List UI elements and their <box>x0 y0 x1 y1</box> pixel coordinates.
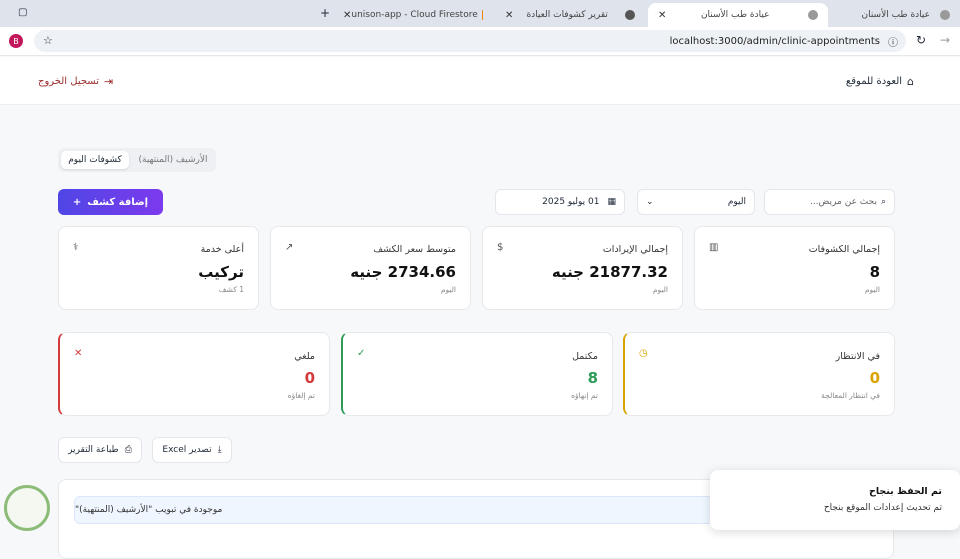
stat-label: إجمالي الإيرادات <box>602 244 668 255</box>
patient-search-input[interactable]: ⌕ بحث عن مريض... <box>764 189 895 215</box>
globe-icon <box>625 10 635 20</box>
tab-archive[interactable]: الأرشيف (المنتهية) <box>132 151 214 169</box>
chevron-down-icon: ⌄ <box>646 197 654 207</box>
date-value: 01 يوليو 2025 <box>542 197 600 207</box>
new-tab-icon[interactable]: + <box>320 6 330 20</box>
plus-icon: + <box>72 196 82 208</box>
back-arrow-icon[interactable]: → <box>940 33 950 47</box>
status-sub: تم إنهاؤه <box>571 391 598 400</box>
tooth-icon <box>808 10 818 20</box>
stat-sub: 1 كشف <box>218 285 244 294</box>
site-info-icon[interactable]: ⓘ <box>888 34 898 49</box>
stat-card-total-visits: إجمالي الكشوفات 8 اليوم ▥ <box>694 226 895 310</box>
browser-tab-3[interactable]: تقرير كشوفات العيادة ✕ <box>495 3 645 27</box>
trending-up-icon: ↗ <box>285 242 294 253</box>
stat-value: 8 <box>869 263 880 281</box>
stat-label: أعلى خدمة <box>200 244 244 255</box>
browser-tab-bar: ▢ unison-app - Cloud Firestore ✕ تقرير ك… <box>0 0 960 27</box>
status-card-pending: في الانتظار 0 في انتظار المعالجة ◷ <box>623 332 895 416</box>
info-note-text: موجودة في تبويب "الأرشيف (المنتهية)" <box>75 505 223 515</box>
reload-icon[interactable]: ↻ <box>916 33 926 47</box>
add-appointment-button[interactable]: + إضافة كشف <box>58 189 163 215</box>
watermark-logo <box>4 485 50 531</box>
logout-link[interactable]: ⇥ تسجيل الخروج <box>38 75 113 88</box>
status-value: 0 <box>304 369 315 387</box>
back-to-site-link[interactable]: ⌂ العودة للموقع <box>846 75 914 88</box>
logout-icon: ⇥ <box>104 75 114 88</box>
download-icon: ⤓ <box>217 445 222 455</box>
stat-label: إجمالي الكشوفات <box>808 244 880 255</box>
tab-title: تقرير كشوفات العيادة <box>526 10 608 20</box>
add-appointment-label: إضافة كشف <box>87 196 149 208</box>
calendar-icon: ▦ <box>607 197 616 207</box>
firebase-icon <box>481 10 483 20</box>
status-label: مكتمل <box>572 351 598 362</box>
stat-value: تركيب <box>198 263 244 281</box>
status-label: ملغي <box>294 351 315 362</box>
stat-value: 21877.32 جنيه <box>551 263 668 281</box>
export-label: تصدير Excel <box>162 445 212 455</box>
status-value: 8 <box>587 369 598 387</box>
browser-tab-2[interactable]: عيادة طب الأسنان ✕ <box>648 3 828 27</box>
date-picker[interactable]: ▦ 01 يوليو 2025 <box>495 189 625 215</box>
printer-icon: ⎙ <box>124 445 132 455</box>
status-card-cancelled: ملغي 0 تم إلغاؤه ✕ <box>58 332 330 416</box>
success-toast: تم الحفظ بنجاح تم تحديث إعدادات الموقع ب… <box>710 470 960 530</box>
status-card-completed: مكتمل 8 تم إنهاؤه ✓ <box>341 332 613 416</box>
dollar-icon: $ <box>497 242 504 253</box>
tab-today[interactable]: كشوفات اليوم <box>61 151 129 169</box>
view-switcher: كشوفات اليوم الأرشيف (المنتهية) <box>58 148 216 172</box>
tab-title: عيادة طب الأسنان <box>861 10 930 20</box>
toast-title: تم الحفظ بنجاح <box>868 486 942 497</box>
tab-title: عيادة طب الأسنان <box>700 10 770 20</box>
profile-avatar[interactable]: B <box>9 34 23 48</box>
close-tab-icon[interactable]: ✕ <box>343 10 351 21</box>
status-value: 0 <box>869 369 880 387</box>
back-to-site-label: العودة للموقع <box>845 76 903 87</box>
clock-icon: ◷ <box>639 348 648 359</box>
stat-sub: اليوم <box>864 285 880 294</box>
close-tab-icon[interactable]: ✕ <box>505 10 513 21</box>
app-header: ⌂ العودة للموقع ⇥ تسجيل الخروج <box>0 57 960 105</box>
period-select[interactable]: اليوم ⌄ <box>637 189 755 215</box>
logout-label: تسجيل الخروج <box>38 76 100 87</box>
stat-card-top-service: أعلى خدمة تركيب 1 كشف ⚕ <box>58 226 259 310</box>
stat-card-average-price: متوسط سعر الكشف 2734.66 جنيه اليوم ↗ <box>270 226 471 310</box>
user-check-icon: ✓ <box>357 348 366 359</box>
bar-chart-icon: ▥ <box>709 242 719 253</box>
tab-title: unison-app - Cloud Firestore <box>351 10 478 20</box>
user-x-icon: ✕ <box>74 348 83 359</box>
search-placeholder: بحث عن مريض... <box>809 197 877 207</box>
period-value: اليوم <box>727 197 746 207</box>
url-text[interactable]: localhost:3000/admin/clinic-appointments <box>670 36 880 47</box>
stethoscope-icon: ⚕ <box>73 242 79 253</box>
stat-sub: اليوم <box>440 285 456 294</box>
stat-sub: اليوم <box>652 285 668 294</box>
status-sub: تم إلغاؤه <box>287 391 315 400</box>
tooth-icon <box>940 10 950 20</box>
close-tab-icon[interactable]: ✕ <box>658 10 666 21</box>
search-icon: ⌕ <box>880 197 886 207</box>
stat-card-total-revenue: إجمالي الإيرادات 21877.32 جنيه اليوم $ <box>482 226 683 310</box>
status-sub: في انتظار المعالجة <box>821 391 880 400</box>
stat-label: متوسط سعر الكشف <box>373 244 456 255</box>
home-icon: ⌂ <box>907 75 914 88</box>
browser-tab-4[interactable]: unison-app - Cloud Firestore ✕ <box>333 3 493 27</box>
status-label: في الانتظار <box>835 351 880 362</box>
toast-message: تم تحديث إعدادات الموقع بنجاح <box>823 503 942 513</box>
stat-value: 2734.66 جنيه <box>350 263 456 281</box>
tab-search-icon[interactable]: ▢ <box>18 7 27 18</box>
print-label: طباعة التقرير <box>68 445 119 455</box>
bookmark-star-icon[interactable]: ☆ <box>43 34 53 47</box>
info-note: موجودة في تبويب "الأرشيف (المنتهية)" <box>74 496 714 524</box>
browser-tab-1[interactable]: عيادة طب الأسنان <box>832 3 960 27</box>
export-excel-button[interactable]: ⤓ تصدير Excel <box>152 437 232 463</box>
print-report-button[interactable]: ⎙ طباعة التقرير <box>58 437 142 463</box>
